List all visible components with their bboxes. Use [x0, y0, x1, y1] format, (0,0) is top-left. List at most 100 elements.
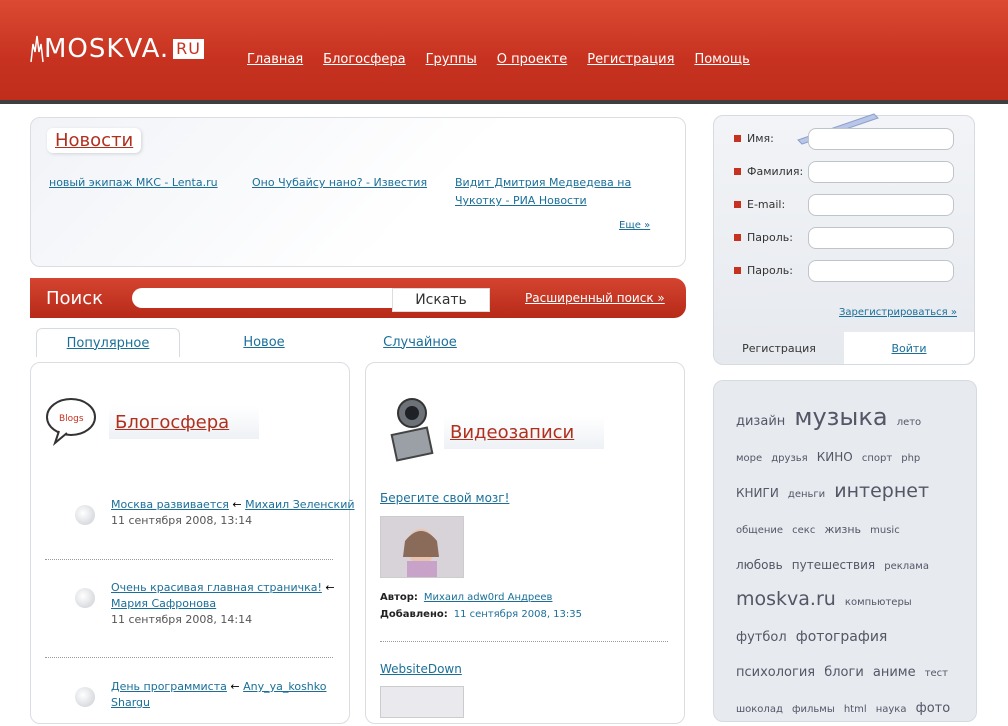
news-title[interactable]: Новости [47, 128, 142, 153]
divider [45, 657, 333, 658]
logo-spire-icon [30, 35, 44, 63]
blog-entry-title[interactable]: Очень красивая главная страничка! [111, 581, 322, 594]
blog-entry-date: 11 сентября 2008, 14:14 [111, 613, 253, 626]
tag-link[interactable]: music [870, 525, 900, 536]
tab-login[interactable]: Войти [844, 332, 974, 364]
nav-home[interactable]: Главная [247, 52, 303, 67]
password-input[interactable] [808, 226, 954, 249]
nav-groups[interactable]: Группы [426, 52, 477, 67]
tab-register[interactable]: Регистрация [714, 332, 844, 364]
tag-link[interactable]: секс [792, 525, 815, 536]
nav-blogosphere[interactable]: Блогосфера [323, 52, 405, 67]
field-label: Фамилия: [747, 165, 804, 178]
tag-link[interactable]: КИНО [817, 450, 853, 464]
divider [380, 641, 668, 642]
header-divider [0, 100, 1008, 104]
field-label: E-mail: [747, 198, 786, 211]
tag-link[interactable]: дизайн [736, 414, 785, 429]
field-password-confirm: Пароль: [734, 259, 954, 282]
tag-link[interactable]: блоги [824, 665, 864, 680]
tag-link[interactable]: любовь [736, 558, 783, 572]
field-label: Пароль: [747, 231, 793, 244]
videos-header: Видеозаписи [386, 397, 605, 467]
arrow-icon: ← [321, 581, 335, 594]
search-label: Поиск [46, 288, 104, 309]
tag-link[interactable]: общение [736, 525, 783, 536]
blog-entry-author[interactable]: Мария Сафронова [111, 597, 216, 610]
tag-link[interactable]: море [736, 453, 762, 464]
site-logo[interactable]: MOSKVA. RU [30, 34, 204, 64]
tag-link[interactable]: moskva.ru [736, 588, 836, 610]
tab-new[interactable]: Новое [216, 328, 312, 356]
child-photo-icon [381, 517, 463, 577]
news-item[interactable]: Оно Чубайсу нано? - Известия [252, 174, 427, 192]
tag-link[interactable]: интернет [834, 480, 929, 502]
tag-list: дизайн музыка лето море друзья КИНО спор… [736, 401, 956, 726]
tag-link[interactable]: КНИГИ [736, 486, 779, 500]
email-input[interactable] [808, 193, 954, 216]
bullet-icon [734, 267, 741, 274]
nav-help[interactable]: Помощь [694, 52, 749, 67]
video-meta: Автор: Михаил adw0rd Андреев Добавлено: 11… [380, 589, 582, 623]
nav-registration[interactable]: Регистрация [587, 52, 674, 67]
tag-link[interactable]: психология [736, 665, 815, 680]
tag-link[interactable]: компьютеры [845, 597, 912, 608]
tag-cloud: дизайн музыка лето море друзья КИНО спор… [713, 380, 977, 722]
arrow-icon: ← [228, 498, 246, 511]
blog-entry-icon [75, 505, 95, 525]
tag-link[interactable]: php [901, 453, 920, 464]
advanced-search-link[interactable]: Расширенный поиск » [525, 291, 665, 305]
field-first-name: Имя: [734, 127, 954, 150]
blog-entry-icon [75, 687, 95, 707]
tag-link[interactable]: деньги [788, 489, 825, 500]
arrow-icon: ← [226, 680, 244, 693]
nav-about[interactable]: О проекте [497, 52, 568, 67]
news-item[interactable]: Видит Дмитрия Медведева на Чукотку - РИА… [455, 174, 645, 210]
tag-link[interactable]: друзья [771, 453, 807, 464]
password-confirm-input[interactable] [808, 259, 954, 282]
tag-link[interactable]: спорт [862, 453, 892, 464]
videos-panel: Видеозаписи Берегите свой мозг! Автор: Ми… [365, 362, 685, 724]
blog-entry-icon [75, 588, 95, 608]
blog-entry-title[interactable]: День программиста [111, 680, 227, 693]
field-last-name: Фамилия: [734, 160, 954, 183]
search-button[interactable]: Искать [392, 288, 490, 312]
tag-link[interactable]: лето [897, 417, 922, 428]
blog-entry-author[interactable]: Михаил Зеленский [245, 498, 354, 511]
blogs-title[interactable]: Блогосфера [109, 405, 260, 439]
tag-link[interactable]: тест [925, 668, 948, 679]
main-nav: Главная Блогосфера Группы О проекте Реги… [247, 52, 770, 67]
video-title[interactable]: WebsiteDown [380, 662, 462, 676]
news-more-link[interactable]: Еще » [619, 220, 650, 231]
tab-popular[interactable]: Популярное [36, 328, 180, 357]
tag-link[interactable]: фото [916, 701, 951, 716]
field-label: Пароль: [747, 264, 793, 277]
tag-link[interactable]: фотография [796, 629, 888, 645]
tag-link[interactable]: реклама [884, 561, 929, 572]
author-label: Автор: [380, 592, 418, 603]
tag-link[interactable]: футбол [736, 630, 787, 645]
field-email: E-mail: [734, 193, 954, 216]
search-bar: Поиск Искать Расширенный поиск » [30, 278, 686, 318]
tag-link[interactable]: путешествия [792, 558, 875, 572]
news-item[interactable]: новый экипаж МКС - Lenta.ru [49, 174, 218, 192]
tag-link[interactable]: музыка [794, 403, 887, 431]
video-thumbnail[interactable] [380, 516, 464, 578]
register-link[interactable]: Зарегистрироваться » [839, 307, 957, 318]
first-name-input[interactable] [808, 127, 954, 150]
blog-entry-date: 11 сентября 2008, 13:14 [111, 514, 253, 527]
bullet-icon [734, 201, 741, 208]
blog-entry-title[interactable]: Москва развивается [111, 498, 229, 511]
tag-link[interactable]: аниме [873, 665, 916, 680]
last-name-input[interactable] [808, 160, 954, 183]
video-author[interactable]: Михаил adw0rd Андреев [424, 592, 553, 603]
video-title[interactable]: Берегите свой мозг! [380, 491, 509, 505]
search-input[interactable] [132, 288, 400, 308]
video-thumbnail[interactable] [380, 686, 464, 718]
blogs-panel: Blogs Блогосфера Москва развивается ← Ми… [30, 362, 355, 724]
tag-link[interactable]: жизнь [824, 523, 861, 536]
videos-title[interactable]: Видеозаписи [444, 415, 605, 449]
tab-random[interactable]: Случайное [366, 328, 474, 356]
site-header: MOSKVA. RU Главная Блогосфера Группы О п… [0, 0, 1008, 100]
blogs-badge-text: Blogs [59, 414, 84, 424]
